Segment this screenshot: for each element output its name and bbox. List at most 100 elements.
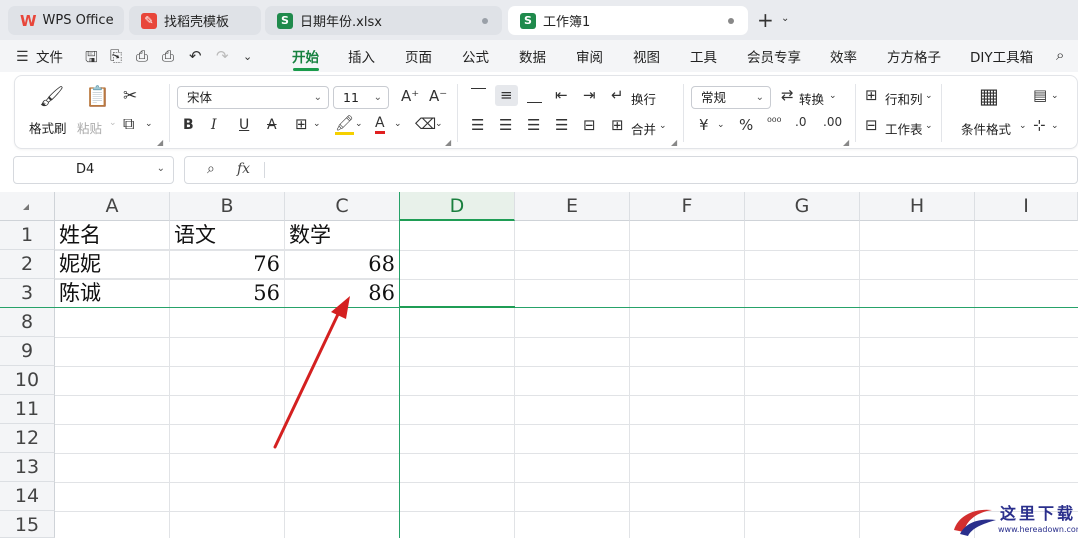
paste-chevron-icon[interactable]: ⌄	[109, 119, 117, 128]
search-icon[interactable]: ⌕	[1056, 46, 1064, 64]
copy-icon[interactable]: ⧉	[123, 116, 134, 132]
table-style-icon[interactable]: ▤	[1033, 88, 1047, 103]
row-header-2[interactable]: 2	[0, 250, 55, 279]
row-header-15[interactable]: 15	[0, 511, 55, 538]
print-icon[interactable]: ⎙	[136, 47, 148, 65]
menu-review[interactable]: 审阅	[576, 46, 603, 66]
menu-formula[interactable]: 公式	[462, 46, 489, 66]
align-center-icon[interactable]: ☰	[499, 118, 512, 133]
row-column-button[interactable]: 行和列	[885, 89, 923, 108]
tab-date-year-file[interactable]: S 日期年份.xlsx	[265, 6, 502, 35]
number-dialog-launcher-icon[interactable]: ◢	[843, 138, 849, 147]
strikethrough-icon[interactable]: A	[267, 118, 277, 132]
currency-icon[interactable]: ¥	[699, 118, 709, 133]
menu-member[interactable]: 会员专享	[747, 46, 801, 66]
border-chevron-icon[interactable]: ⌄	[313, 120, 321, 129]
increase-decimal-icon[interactable]: .0	[795, 116, 806, 128]
format-painter-button[interactable]: 格式刷	[29, 118, 67, 137]
cell-style-icon[interactable]: ⊹	[1033, 118, 1046, 133]
menu-tools[interactable]: 工具	[690, 46, 717, 66]
row-header-12[interactable]: 12	[0, 424, 55, 453]
percent-icon[interactable]: %	[739, 118, 753, 133]
decrease-decimal-icon[interactable]: .00	[823, 116, 842, 128]
paste-button[interactable]: 粘贴	[77, 118, 102, 137]
currency-chevron-icon[interactable]: ⌄	[717, 121, 725, 130]
export-icon[interactable]: ⎘	[110, 47, 122, 65]
italic-icon[interactable]: I	[211, 118, 217, 132]
row-header-13[interactable]: 13	[0, 453, 55, 482]
formula-input[interactable]	[277, 162, 1057, 180]
cell-b3[interactable]: 56	[170, 279, 285, 308]
column-header-h[interactable]: H	[860, 192, 975, 221]
row-column-chevron-icon[interactable]: ⌄	[925, 92, 933, 101]
row-header-3[interactable]: 3	[0, 279, 55, 308]
cell-c1[interactable]: 数学	[285, 221, 400, 250]
menu-insert[interactable]: 插入	[348, 46, 375, 66]
menu-efficiency[interactable]: 效率	[830, 46, 857, 66]
convert-chevron-icon[interactable]: ⌄	[829, 92, 837, 101]
print-preview-icon[interactable]: ⎙	[162, 47, 174, 65]
column-header-c[interactable]: C	[285, 192, 400, 221]
clear-format-icon[interactable]: ⌫	[415, 117, 436, 132]
spreadsheet-grid[interactable]: A B C D E F G H I 1 2 3 8 9 10 11 12 13 …	[0, 192, 1078, 538]
thousands-icon[interactable]: ⁰⁰⁰	[767, 116, 781, 128]
conditional-format-chevron-icon[interactable]: ⌄	[1019, 122, 1027, 131]
alignment-dialog-launcher-icon[interactable]: ◢	[671, 138, 677, 147]
cell-a2[interactable]: 妮妮	[55, 250, 170, 279]
cell-b1[interactable]: 语文	[170, 221, 285, 250]
decrease-font-icon[interactable]: A⁻	[429, 89, 447, 104]
font-dialog-launcher-icon[interactable]: ◢	[445, 138, 451, 147]
worksheet-button[interactable]: 工作表	[885, 119, 923, 138]
column-header-d[interactable]: D	[400, 192, 515, 221]
tab-workbook1[interactable]: S 工作簿1	[508, 6, 748, 35]
column-header-g[interactable]: G	[745, 192, 860, 221]
increase-font-icon[interactable]: A⁺	[401, 89, 419, 104]
menu-view[interactable]: 视图	[633, 46, 660, 66]
freeze-pane-vertical-line[interactable]	[399, 192, 400, 538]
quick-access-chevron-icon[interactable]: ⌄	[243, 50, 252, 63]
row-header-1[interactable]: 1	[0, 221, 55, 250]
justify-icon[interactable]: ☰	[555, 118, 568, 133]
column-header-i[interactable]: I	[975, 192, 1078, 221]
fill-color-icon[interactable]: 🖍	[335, 116, 355, 135]
cut-icon[interactable]: ✂	[123, 88, 137, 105]
hamburger-menu-icon[interactable]: ☰	[16, 49, 29, 65]
select-all-corner[interactable]	[0, 192, 55, 221]
distributed-align-icon[interactable]: ⊟	[583, 118, 596, 133]
menu-diy-toolbox[interactable]: DIY工具箱	[970, 46, 1033, 66]
align-bottom-icon[interactable]: ⎽	[527, 88, 542, 103]
font-size-select[interactable]: 11 ⌄	[333, 86, 389, 109]
menu-home[interactable]: 开始	[292, 46, 319, 66]
name-box[interactable]: D4 ⌄	[13, 156, 174, 184]
underline-icon[interactable]: U	[239, 118, 249, 132]
zoom-icon[interactable]: ⌕	[207, 161, 215, 177]
cell-style-chevron-icon[interactable]: ⌄	[1051, 122, 1059, 131]
save-icon[interactable]: 🖫	[85, 47, 98, 72]
clear-chevron-icon[interactable]: ⌄	[435, 120, 443, 129]
row-header-11[interactable]: 11	[0, 395, 55, 424]
cell-c2[interactable]: 68	[285, 250, 400, 279]
align-right-icon[interactable]: ☰	[527, 118, 540, 133]
number-format-select[interactable]: 常规 ⌄	[691, 86, 771, 109]
border-icon[interactable]: ⊞	[295, 117, 308, 132]
menu-data[interactable]: 数据	[519, 46, 546, 66]
tab-docer[interactable]: ✎ 找稻壳模板	[129, 6, 261, 35]
row-header-10[interactable]: 10	[0, 366, 55, 395]
column-header-b[interactable]: B	[170, 192, 285, 221]
menu-file[interactable]: 文件	[36, 46, 63, 66]
conditional-format-button[interactable]: 条件格式	[961, 119, 1011, 138]
decrease-indent-icon[interactable]: ⇤	[555, 88, 568, 103]
align-top-icon[interactable]: ⎺	[471, 88, 486, 103]
menu-page[interactable]: 页面	[405, 46, 432, 66]
table-style-chevron-icon[interactable]: ⌄	[1051, 92, 1059, 101]
copy-chevron-icon[interactable]: ⌄	[145, 120, 153, 129]
convert-button[interactable]: 转换	[799, 89, 824, 108]
tab-list-chevron-icon[interactable]: ⌄	[781, 13, 789, 24]
worksheet-chevron-icon[interactable]: ⌄	[925, 122, 933, 131]
row-header-8[interactable]: 8	[0, 308, 55, 337]
wrap-text-button[interactable]: 换行	[631, 89, 656, 108]
merge-chevron-icon[interactable]: ⌄	[659, 122, 667, 131]
cell-a1[interactable]: 姓名	[55, 221, 170, 250]
align-left-icon[interactable]: ☰	[471, 118, 484, 133]
undo-icon[interactable]: ↶	[189, 47, 202, 65]
